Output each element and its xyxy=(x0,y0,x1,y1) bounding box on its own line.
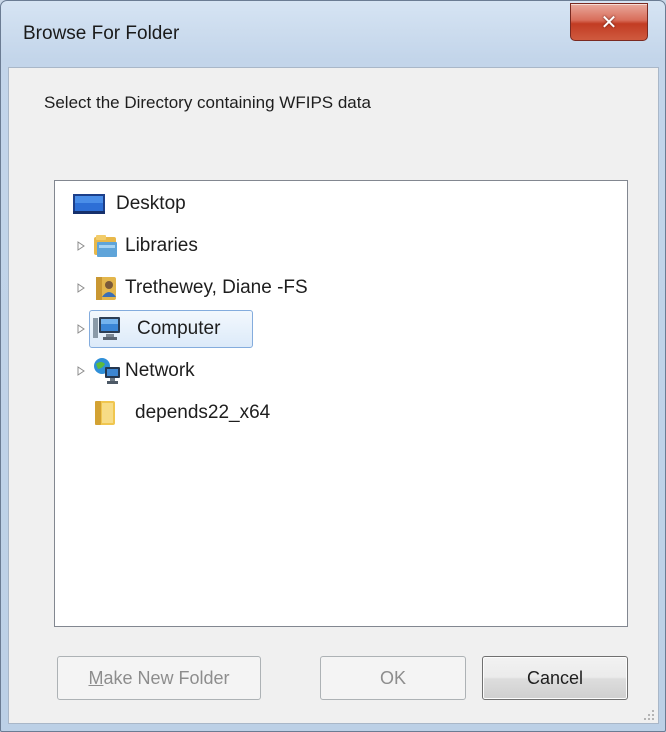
tree-item-label: Desktop xyxy=(116,193,186,214)
libraries-icon xyxy=(94,235,117,257)
tree-item-label: Network xyxy=(125,360,195,381)
computer-icon xyxy=(93,317,120,340)
folder-icon xyxy=(95,401,115,425)
network-icon xyxy=(94,358,120,384)
tree-item-label: Trethewey, Diane -FS xyxy=(125,277,308,298)
user-folder-icon xyxy=(96,277,116,300)
tree-item-label: depends22_x64 xyxy=(135,402,271,423)
tree-item-label: Libraries xyxy=(125,235,198,256)
ok-button[interactable]: OK xyxy=(320,656,466,700)
instruction-label: Select the Directory containing WFIPS da… xyxy=(44,93,371,112)
ok-label: OK xyxy=(379,667,406,688)
dialog-window: Browse For Folder ✕ Select the Directory… xyxy=(0,0,666,732)
expand-arrow-icon[interactable] xyxy=(77,283,85,293)
close-icon: ✕ xyxy=(600,10,618,34)
expand-arrow-icon[interactable] xyxy=(77,241,85,251)
resize-grip-icon[interactable] xyxy=(641,707,655,721)
tree-item-label: Computer xyxy=(137,318,221,339)
close-button[interactable]: ✕ xyxy=(570,3,648,41)
make-new-folder-button[interactable]: Make New Folder xyxy=(57,656,261,700)
make-new-folder-label: ake New Folder xyxy=(103,667,230,688)
window-title: Browse For Folder xyxy=(23,23,180,44)
desktop-icon xyxy=(73,194,105,214)
cancel-label: Cancel xyxy=(526,667,584,688)
title-bar[interactable]: Browse For Folder ✕ xyxy=(1,1,665,67)
make-new-folder-mnemonic: M xyxy=(88,667,104,688)
expand-arrow-icon[interactable] xyxy=(77,324,85,334)
cancel-button[interactable]: Cancel xyxy=(482,656,628,700)
expand-arrow-icon[interactable] xyxy=(77,366,85,376)
